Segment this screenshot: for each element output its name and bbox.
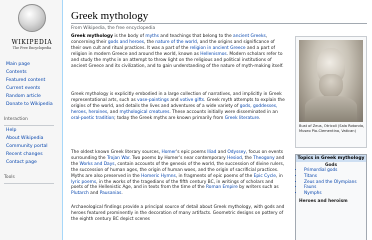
wikipedia-globe-icon	[18, 4, 46, 32]
bold-term: Greek mythology	[71, 34, 113, 39]
paragraph-2: Greek mythology is explicitly embodied i…	[71, 92, 285, 122]
text: is the body of	[112, 34, 146, 39]
article-content: Greek mythology From Wikipedia, the free…	[62, 0, 372, 240]
navbox-item[interactable]: Nymphs	[304, 191, 366, 197]
link-votive-gifts[interactable]: votive gifts	[180, 98, 204, 103]
text: , in	[275, 173, 283, 179]
link-nature-of-world[interactable]: nature of the world	[155, 40, 197, 45]
paragraph-4: Archaeological findings provide a princi…	[71, 205, 285, 223]
link-vase-paintings[interactable]: vase-paintings	[137, 98, 169, 103]
divider	[4, 183, 54, 184]
page-title: Greek mythology	[71, 10, 149, 22]
link-homeric-hymns[interactable]: Homeric Hymns	[141, 174, 176, 179]
nav-current-events[interactable]: Current events	[6, 85, 62, 93]
nav-main-page[interactable]: Main page	[6, 61, 62, 69]
text: , the	[241, 155, 254, 161]
nav-random-article[interactable]: Random article	[6, 93, 62, 101]
nav-contact[interactable]: Contact page	[6, 159, 62, 167]
link-hesiod[interactable]: Hesiod	[227, 156, 242, 161]
paragraph-intro: Greek mythology is the body of myths and…	[71, 34, 285, 69]
navbox-topics: Topics in Greek mythology Gods Primordia…	[295, 154, 367, 240]
text: The oldest known Greek literary sources,	[71, 150, 162, 155]
tools-heading[interactable]: Tools	[4, 174, 62, 182]
text: , in fragments of epic poems of the	[175, 173, 254, 179]
sidebar-nav: Main page Contents Featured content Curr…	[4, 61, 62, 185]
text: 's epic poems	[176, 150, 208, 155]
bust-shoulders	[305, 96, 357, 122]
nav-about[interactable]: About Wikipedia	[6, 135, 62, 143]
nav-recent-changes[interactable]: Recent changes	[6, 151, 62, 159]
link-lyric-poems[interactable]: lyric poems	[71, 180, 96, 185]
link-pausanias[interactable]: Pausanias	[100, 191, 122, 196]
thumbnail-figure: Bust of Zeus, Otricoli (Sala Rotonda, Mu…	[295, 36, 367, 148]
nav-help[interactable]: Help	[6, 127, 62, 135]
divider	[4, 125, 54, 126]
link-religion-ancient-greece[interactable]: religion in ancient Greece	[190, 46, 246, 51]
link-plutarch[interactable]: Plutarch	[71, 191, 89, 196]
nav-community-portal[interactable]: Community portal	[6, 143, 62, 151]
nav-featured-content[interactable]: Featured content	[6, 77, 62, 85]
link-works-and-days[interactable]: Works and Days	[80, 162, 115, 167]
text: Archaeological findings provide a princi…	[71, 205, 285, 222]
bust-beard	[319, 74, 343, 98]
link-roman-empire[interactable]: Roman Empire	[206, 185, 238, 190]
nav-contents[interactable]: Contents	[6, 69, 62, 77]
thumbnail-caption: Bust of Zeus, Otricoli (Sala Rotonda, Mu…	[299, 124, 365, 133]
link-gods-heroes[interactable]: gods and heroes	[108, 40, 144, 45]
text: , and	[107, 109, 120, 115]
text: and	[216, 150, 228, 155]
zeus-bust-image[interactable]	[299, 40, 363, 122]
interaction-heading[interactable]: Interaction	[4, 116, 62, 124]
from-line: From Wikipedia, the free encyclopedia	[71, 26, 156, 31]
link-theogony[interactable]: Theogony	[253, 156, 274, 161]
link-greek-literature[interactable]: Greek literature	[225, 116, 259, 121]
link-homer[interactable]: Homer	[161, 150, 176, 155]
link-myths[interactable]: myths	[145, 34, 159, 39]
text: and teachings that belong to the	[158, 34, 234, 39]
link-mythological-creatures[interactable]: mythological creatures	[119, 110, 169, 115]
paragraph-3: The oldest known Greek literary sources,…	[71, 150, 285, 197]
sidebar: WIKIPEDIA The Free Encyclopedia Main pag…	[0, 0, 62, 240]
navbox-list: Primordial gods Titans Zeus and the Olym…	[296, 168, 366, 197]
link-trojan-war[interactable]: Trojan War	[107, 156, 129, 161]
text: . Two poems by Homer's near contemporary	[129, 155, 228, 161]
text: . These accounts initially were dissemin…	[169, 109, 278, 115]
text: and	[168, 97, 180, 103]
wikipedia-logo[interactable]	[14, 4, 50, 40]
title-divider	[71, 23, 367, 24]
link-oral-poetic-tradition[interactable]: oral-poetic tradition	[71, 116, 114, 121]
link-ancient-greeks[interactable]: ancient Greeks	[233, 34, 266, 39]
navbox-title[interactable]: Topics in Greek mythology	[296, 155, 366, 162]
logo-title: WIKIPEDIA	[11, 39, 53, 46]
link-epic-cycle[interactable]: Epic Cycle	[254, 174, 276, 179]
text: .	[121, 191, 123, 197]
text: , the	[144, 39, 156, 45]
text: .	[259, 115, 261, 121]
logo-subtitle: The Free Encyclopedia	[12, 46, 52, 50]
link-odyssey[interactable]: Odyssey	[227, 150, 246, 155]
nav-donate[interactable]: Donate to Wikipedia	[6, 101, 62, 109]
text: and	[88, 191, 100, 197]
text: ; today the Greek myths are known primar…	[114, 115, 225, 121]
link-hellenismos[interactable]: Hellenismos	[200, 52, 226, 57]
navbox-section: Heroes and heroism	[299, 198, 348, 204]
text: by writers such as	[237, 185, 279, 191]
